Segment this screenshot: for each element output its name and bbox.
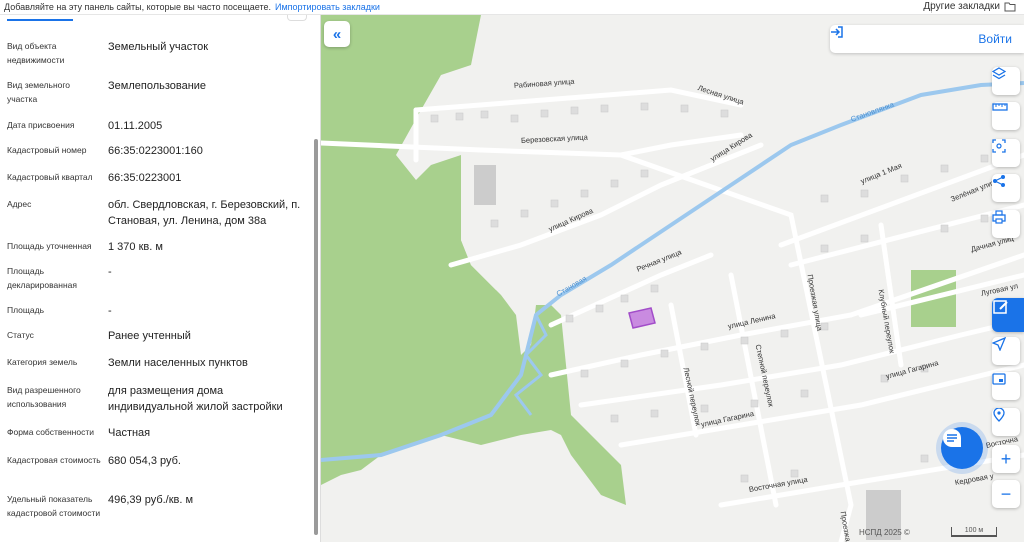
info-value: 680 054,3 руб.: [108, 455, 181, 467]
navigation-arrow-icon: [992, 337, 1006, 351]
share-button[interactable]: [992, 174, 1020, 202]
geolocation-button[interactable]: [992, 408, 1020, 436]
info-value: 1 370 кв. м: [108, 241, 163, 253]
info-label: Вид земельного участка: [7, 80, 71, 104]
chat-icon: [943, 429, 961, 447]
import-bookmarks-link[interactable]: Импортировать закладки: [275, 2, 380, 12]
select-area-button[interactable]: [992, 139, 1020, 167]
info-value: Землепользование: [108, 80, 207, 92]
ruler-icon: [992, 103, 1008, 111]
active-tab-indicator: [7, 19, 73, 21]
login-label: Войти: [978, 32, 1012, 46]
info-value: 496,39 руб./кв. м: [108, 494, 194, 506]
print-button[interactable]: [992, 210, 1020, 238]
layers-button[interactable]: [992, 67, 1020, 95]
info-label: Кадастровый номер: [7, 145, 87, 155]
folder-icon: [1004, 2, 1016, 11]
location-pin-icon: [993, 408, 1005, 422]
info-value[interactable]: 66:35:0223001: [108, 170, 308, 186]
panel-scrollbar[interactable]: [314, 139, 318, 535]
info-value: -: [108, 266, 112, 278]
info-label: Форма собственности: [7, 427, 94, 437]
info-label: Площадь: [7, 305, 45, 315]
basemap-button[interactable]: [992, 372, 1020, 400]
road: [413, 87, 744, 113]
info-value: для размещения дома индивидуальной жилой…: [108, 385, 283, 413]
info-label: Категория земель: [7, 357, 78, 367]
info-value: Земельный участок: [108, 41, 209, 53]
map-view[interactable]: Рабиновая улица Лесная улица Березовская…: [321, 15, 1024, 542]
other-bookmarks-label: Другие закладки: [923, 1, 1000, 12]
building-block: [474, 165, 496, 205]
road: [618, 152, 854, 542]
info-label: Удельный показатель кадастровой стоимост…: [7, 494, 101, 518]
info-label: Адрес: [7, 199, 32, 209]
info-value: 01.11.2005: [108, 120, 163, 132]
info-value: Ранее учтенный: [108, 330, 191, 342]
plus-icon: +: [1000, 448, 1012, 469]
road: [788, 202, 1024, 268]
minus-icon: −: [1000, 483, 1012, 504]
map-copyright: НСПД 2025 ©: [859, 528, 910, 537]
login-icon: [831, 26, 843, 38]
info-label: Площадь уточненная: [7, 241, 92, 251]
layers-icon: [992, 67, 1006, 80]
map-canvas[interactable]: [321, 15, 1024, 542]
map-scale: 100 м: [951, 527, 997, 537]
info-label: Вид разрешенного использования: [7, 385, 81, 409]
bookmarks-bar: Добавляйте на эту панель сайты, которые …: [0, 0, 1024, 15]
measure-button[interactable]: [992, 102, 1020, 130]
chat-button[interactable]: [941, 427, 983, 469]
info-label: Кадастровая стоимость: [7, 455, 101, 465]
print-icon: [992, 210, 1006, 224]
document-edit-icon: [993, 300, 1008, 314]
info-label: Вид объекта недвижимости: [7, 41, 65, 65]
object-info-panel: Вид объекта недвижимости Земельный участ…: [0, 15, 321, 542]
info-value: -: [108, 305, 112, 317]
double-chevron-left-icon: «: [332, 25, 342, 43]
picture-in-picture-icon: [992, 373, 1006, 385]
login-button[interactable]: Войти: [830, 25, 1024, 53]
info-value: Частная: [108, 427, 151, 439]
info-label: Статус: [7, 330, 34, 340]
info-value: обл. Свердловская, г. Березовский, п. Ст…: [108, 199, 301, 227]
share-icon: [993, 175, 1005, 187]
bookmarks-hint: Добавляйте на эту панель сайты, которые …: [4, 2, 271, 12]
selected-parcel: [628, 307, 656, 329]
zoom-in-button[interactable]: +: [992, 445, 1020, 473]
panel-top-button[interactable]: [287, 15, 307, 21]
other-bookmarks-button[interactable]: Другие закладки: [923, 1, 1016, 12]
collapse-panel-button[interactable]: «: [324, 21, 350, 47]
info-value[interactable]: 66:35:0223001:160: [108, 143, 308, 159]
info-label: Кадастровый квартал: [7, 172, 93, 182]
info-value: Земли населенных пунктов: [108, 357, 248, 369]
locate-button[interactable]: [992, 337, 1020, 365]
info-label: Площадь декларированная: [7, 266, 77, 290]
feedback-button[interactable]: [992, 298, 1024, 332]
zoom-out-button[interactable]: −: [992, 480, 1020, 508]
select-area-icon: [992, 139, 1006, 153]
info-label: Дата присвоения: [7, 120, 75, 130]
